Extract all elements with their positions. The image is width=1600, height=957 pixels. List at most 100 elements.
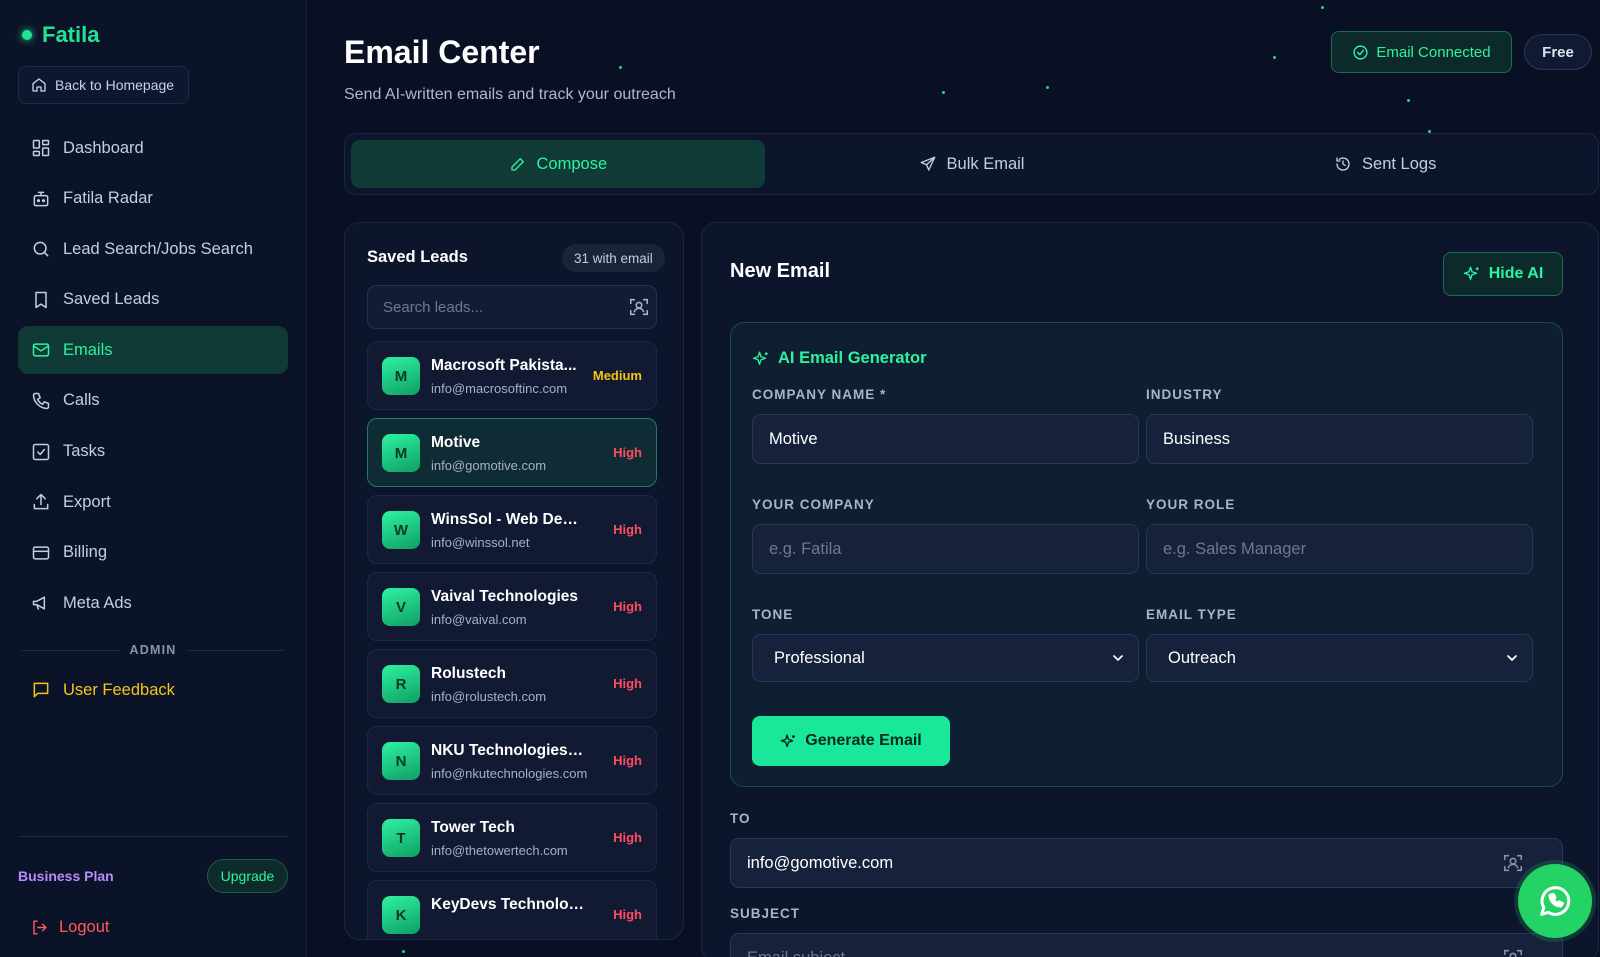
sidebar-item-emails[interactable]: Emails bbox=[18, 326, 288, 375]
bookmark-icon bbox=[35, 291, 47, 309]
lead-item[interactable]: R Rolustech info@rolustech.com High bbox=[367, 649, 657, 718]
tab-label: Compose bbox=[536, 154, 608, 173]
sidebar-item-user-feedback[interactable]: User Feedback bbox=[31, 680, 175, 700]
lead-name: WinsSol - Web Devel... bbox=[431, 511, 586, 528]
tone-label: TONE bbox=[752, 607, 794, 622]
history-icon bbox=[1336, 157, 1350, 171]
dashboard-icon bbox=[32, 139, 50, 157]
whatsapp-chat-button[interactable] bbox=[1518, 864, 1592, 938]
lead-email: info@macrosoftinc.com bbox=[431, 381, 568, 396]
lead-item[interactable]: N NKU Technologies (P... info@nkutechnol… bbox=[367, 726, 657, 795]
ai-generator-title: AI Email Generator bbox=[752, 349, 927, 368]
lead-avatar: V bbox=[382, 588, 420, 626]
contact-picker-icon[interactable] bbox=[1502, 852, 1524, 874]
lead-avatar: R bbox=[382, 665, 420, 703]
plan-badge[interactable]: Free bbox=[1524, 34, 1592, 70]
lead-count-badge: 31 with email bbox=[562, 244, 665, 272]
sidebar-item-lead-search[interactable]: Lead Search/Jobs Search bbox=[18, 225, 288, 273]
radar-icon bbox=[33, 191, 49, 207]
lead-list: M Macrosoft Pakista... info@macrosoftinc… bbox=[367, 341, 657, 939]
sidebar-item-label: Dashboard bbox=[63, 138, 144, 157]
lead-name: Rolustech bbox=[431, 665, 506, 682]
sidebar-item-label: Export bbox=[63, 492, 111, 511]
sidebar-item-meta-ads[interactable]: Meta Ads bbox=[18, 579, 288, 627]
email-type-select[interactable]: Outreach bbox=[1146, 634, 1533, 682]
admin-separator: ADMIN bbox=[22, 643, 284, 657]
user-feedback-label: User Feedback bbox=[63, 680, 175, 699]
lead-item[interactable]: M Motive info@gomotive.com High bbox=[367, 418, 657, 487]
lead-name: Tower Tech bbox=[431, 819, 515, 836]
sidebar-item-saved-leads[interactable]: Saved Leads bbox=[18, 276, 288, 324]
contact-picker-icon[interactable] bbox=[1502, 947, 1524, 957]
your-role-input[interactable]: e.g. Sales Manager bbox=[1146, 524, 1533, 574]
sidebar-item-tasks[interactable]: Tasks bbox=[18, 428, 288, 476]
tone-selected-value: Professional bbox=[774, 648, 865, 667]
lead-avatar: M bbox=[382, 434, 420, 472]
sidebar-item-calls[interactable]: Calls bbox=[18, 377, 288, 425]
sidebar-item-label: Meta Ads bbox=[63, 593, 132, 612]
lead-item[interactable]: M Macrosoft Pakista... info@macrosoftinc… bbox=[367, 341, 657, 410]
new-email-title: New Email bbox=[730, 260, 831, 282]
your-company-label: YOUR COMPANY bbox=[752, 497, 875, 512]
plan-label: Business Plan bbox=[18, 868, 114, 884]
saved-leads-title: Saved Leads bbox=[367, 248, 468, 266]
search-leads-input[interactable] bbox=[367, 285, 657, 329]
email-type-label: EMAIL TYPE bbox=[1146, 607, 1237, 622]
logout-button[interactable]: Logout bbox=[30, 918, 109, 937]
lead-priority-badge: High bbox=[613, 676, 642, 691]
back-to-homepage-button[interactable]: Back to Homepage bbox=[18, 66, 190, 104]
tone-select[interactable]: Professional bbox=[752, 634, 1139, 682]
divider bbox=[18, 836, 288, 837]
upgrade-button[interactable]: Upgrade bbox=[207, 859, 288, 893]
sidebar-item-dashboard[interactable]: Dashboard bbox=[18, 124, 288, 172]
lead-priority-badge: High bbox=[613, 907, 642, 922]
lead-item[interactable]: T Tower Tech info@thetowertech.com High bbox=[367, 803, 657, 872]
mail-icon bbox=[32, 343, 50, 357]
to-label: TO bbox=[730, 811, 751, 826]
lead-item[interactable]: V Vaival Technologies info@vaival.com Hi… bbox=[367, 572, 657, 641]
lead-email: info@winssol.net bbox=[431, 535, 530, 550]
send-icon bbox=[920, 156, 935, 171]
your-company-input[interactable]: e.g. Fatila bbox=[752, 524, 1139, 574]
sidebar-item-label: Tasks bbox=[63, 442, 106, 461]
contact-search-icon[interactable] bbox=[628, 296, 650, 318]
sidebar-item-export[interactable]: Export bbox=[18, 478, 288, 526]
industry-label: INDUSTRY bbox=[1146, 387, 1223, 402]
email-type-selected-value: Outreach bbox=[1168, 648, 1236, 667]
lead-item[interactable]: W WinsSol - Web Devel... info@winssol.ne… bbox=[367, 495, 657, 564]
chevron-down-icon bbox=[1113, 655, 1123, 661]
sidebar-item-label: Lead Search/Jobs Search bbox=[63, 239, 253, 258]
lead-email: info@rolustech.com bbox=[431, 689, 547, 704]
search-icon bbox=[33, 241, 49, 257]
tab-compose[interactable]: Compose bbox=[351, 140, 765, 188]
whatsapp-icon bbox=[1540, 886, 1571, 916]
page-title: Email Center bbox=[344, 34, 540, 70]
lead-avatar: N bbox=[382, 742, 420, 780]
check-circle-icon bbox=[1353, 44, 1368, 60]
sidebar-item-fatila-radar[interactable]: Fatila Radar bbox=[18, 175, 288, 223]
lead-avatar: T bbox=[382, 819, 420, 857]
lead-avatar: M bbox=[382, 357, 420, 395]
generate-email-button[interactable]: Generate Email bbox=[752, 716, 950, 766]
industry-input[interactable]: Business bbox=[1146, 414, 1533, 464]
company-name-label: COMPANY NAME * bbox=[752, 387, 887, 402]
tab-sent-logs[interactable]: Sent Logs bbox=[1178, 140, 1592, 188]
email-connected-badge[interactable]: Email Connected bbox=[1331, 31, 1512, 73]
tab-bulk-email[interactable]: Bulk Email bbox=[765, 140, 1179, 188]
sidebar-item-label: Calls bbox=[63, 391, 100, 410]
email-connected-label: Email Connected bbox=[1376, 43, 1491, 61]
sidebar-item-billing[interactable]: Billing bbox=[18, 529, 288, 577]
lead-priority-badge: High bbox=[613, 830, 642, 845]
brand-logo[interactable]: Fatila bbox=[22, 22, 99, 48]
subject-input[interactable]: Email subject bbox=[730, 933, 1563, 957]
to-input[interactable]: info@gomotive.com bbox=[730, 838, 1563, 888]
hide-ai-button[interactable]: Hide AI bbox=[1443, 252, 1563, 296]
lead-item[interactable]: K KeyDevs Technologi... High bbox=[367, 880, 657, 939]
lead-priority-badge: High bbox=[613, 599, 642, 614]
lead-name: Macrosoft Pakista... bbox=[431, 357, 577, 374]
company-name-input[interactable]: Motive bbox=[752, 414, 1139, 464]
divider bbox=[186, 649, 284, 651]
back-to-homepage-label: Back to Homepage bbox=[55, 77, 175, 93]
sidebar-item-label: Emails bbox=[63, 340, 113, 359]
sidebar-item-label: Fatila Radar bbox=[63, 189, 153, 208]
